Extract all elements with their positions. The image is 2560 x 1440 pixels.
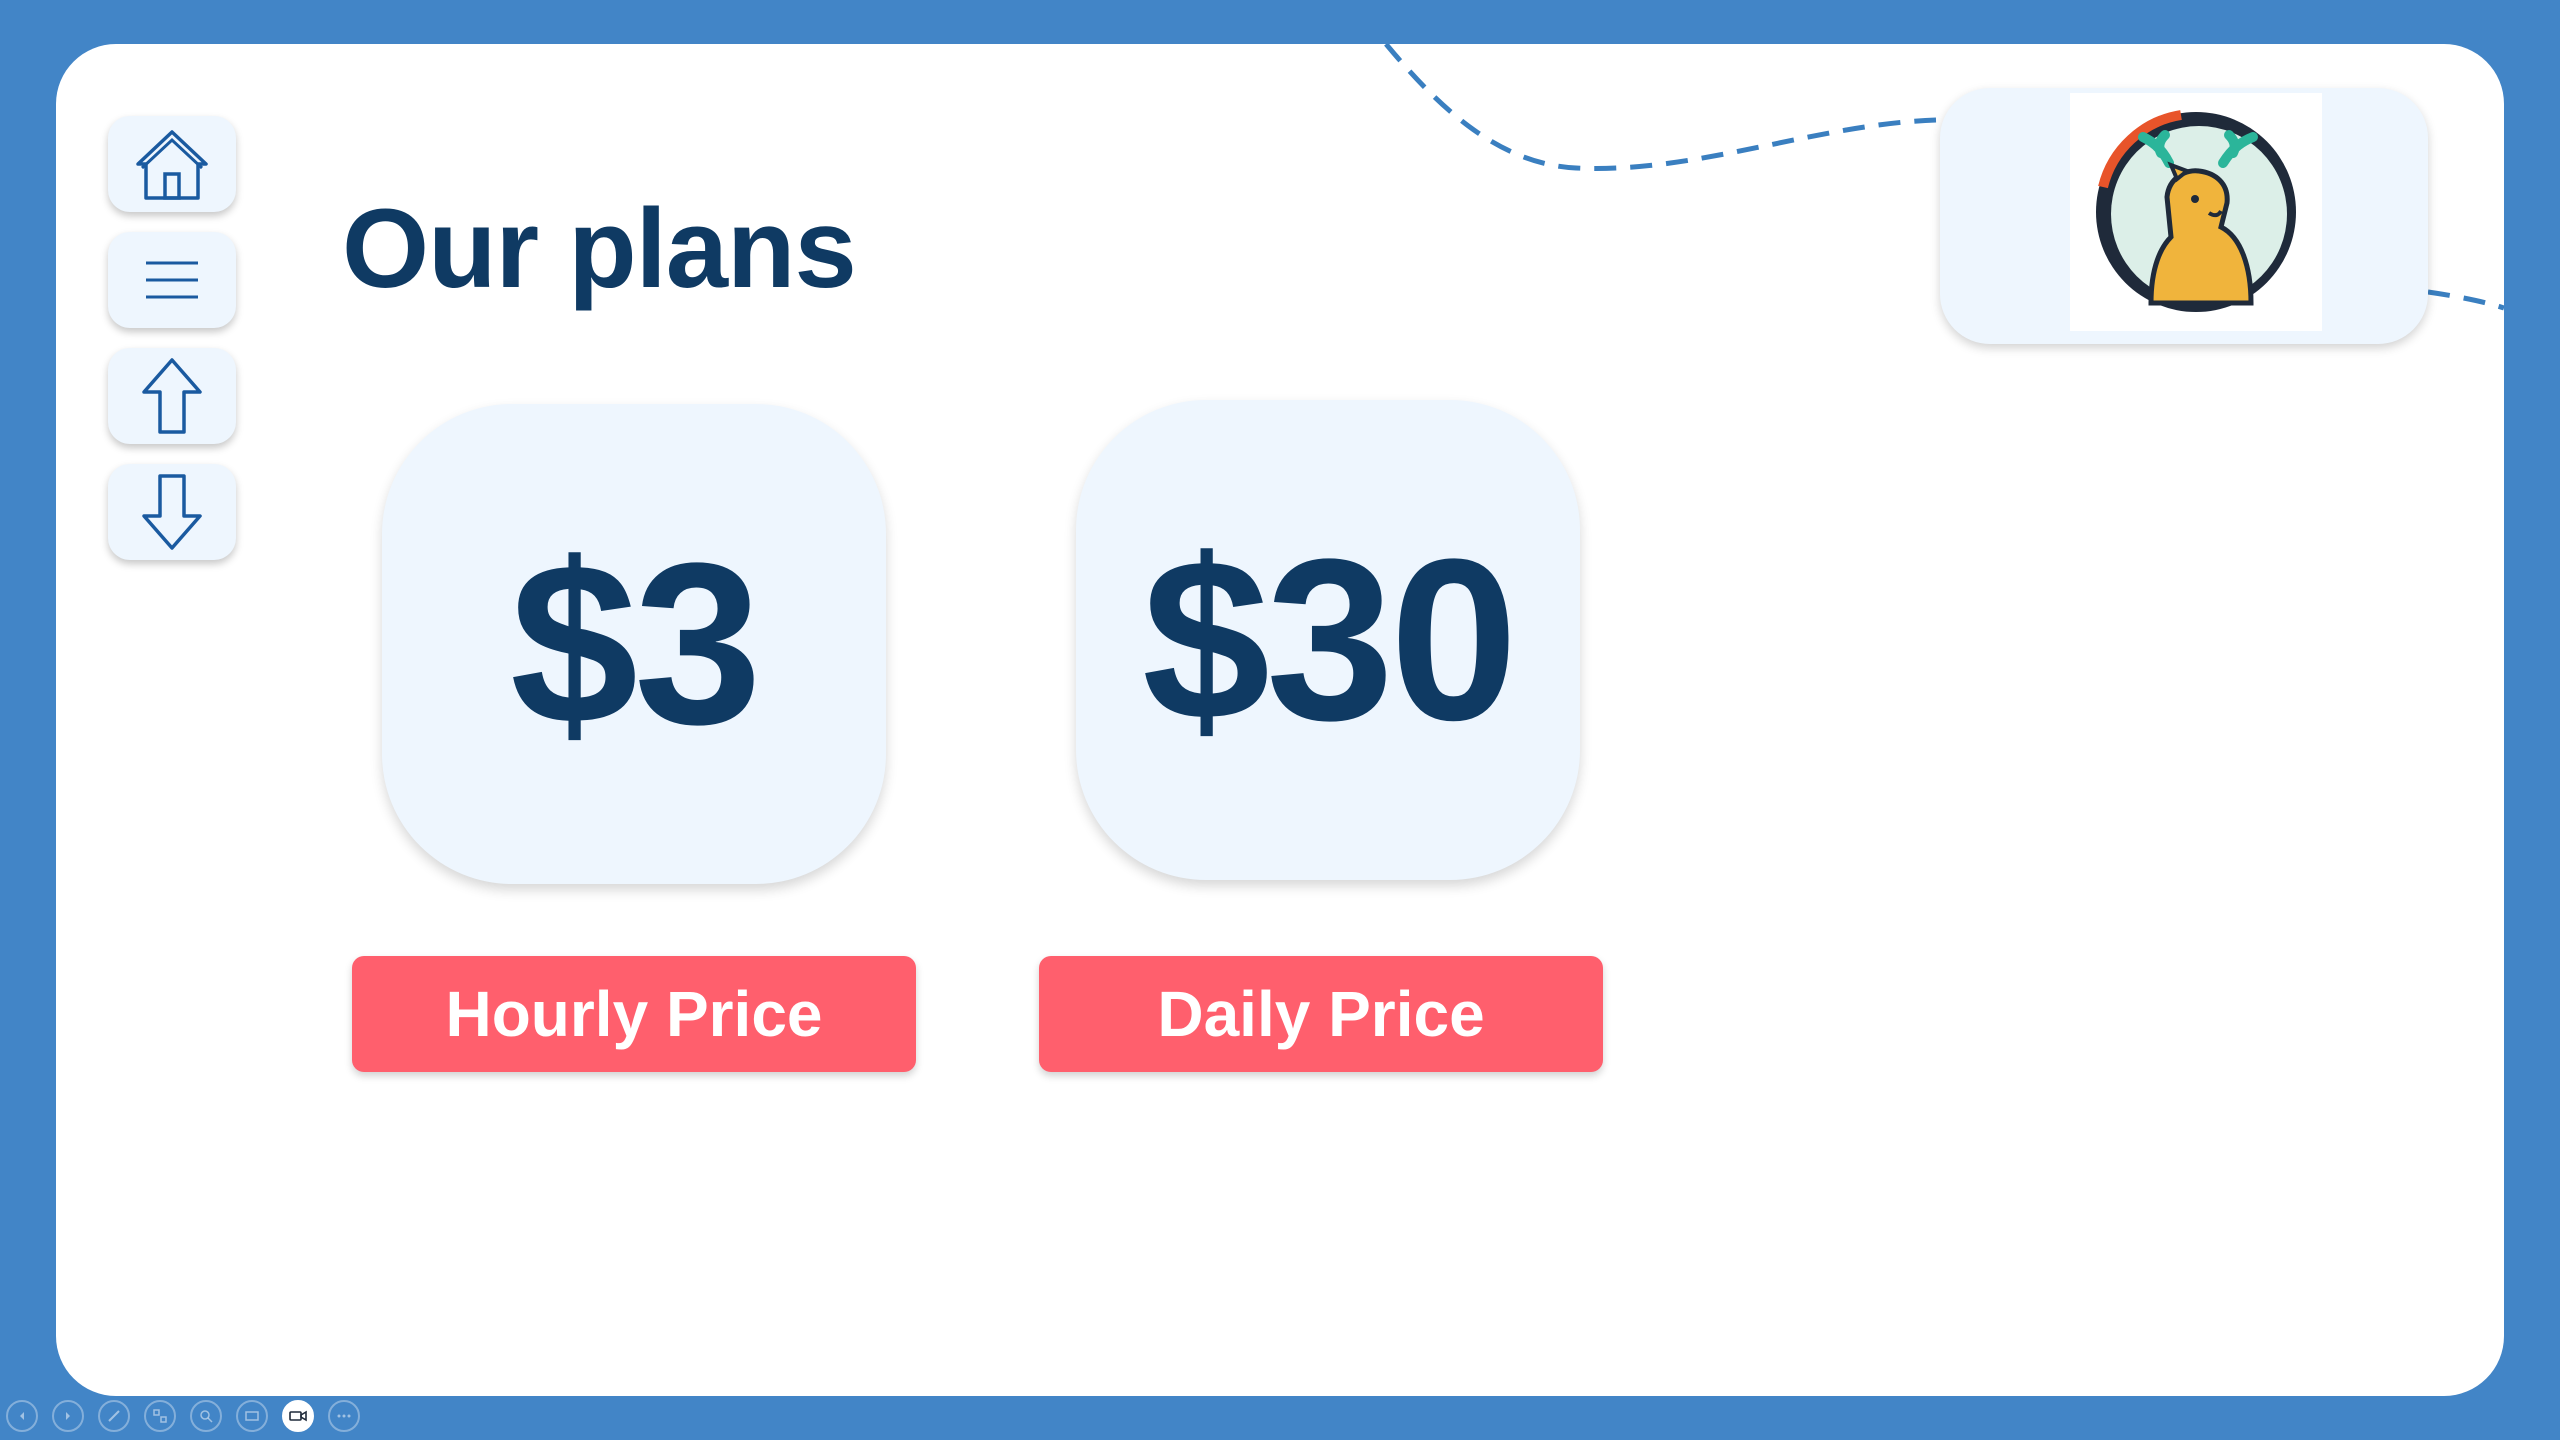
previous-slide-button[interactable] xyxy=(108,348,236,444)
zoom-icon xyxy=(200,1410,213,1423)
hourly-price-value: $3 xyxy=(510,515,762,772)
arrow-up-icon xyxy=(142,358,202,434)
pen-icon xyxy=(108,1410,120,1422)
presenter-toolbar xyxy=(6,1400,360,1432)
daily-price-value: $30 xyxy=(1142,511,1518,768)
page-title: Our plans xyxy=(342,186,857,311)
arrow-down-icon xyxy=(142,474,202,550)
slides-button[interactable] xyxy=(144,1400,176,1432)
previous-icon xyxy=(20,1412,24,1420)
camera-button[interactable] xyxy=(282,1400,314,1432)
next-button[interactable] xyxy=(52,1400,84,1432)
daily-price-card: $30 xyxy=(1076,400,1580,880)
home-button[interactable] xyxy=(108,116,236,212)
deer-logo-icon xyxy=(2096,110,2296,312)
slide: Our plans $3 $30 Hourly Price Daily Pric… xyxy=(56,44,2504,1396)
menu-icon xyxy=(146,261,198,299)
menu-button[interactable] xyxy=(108,232,236,328)
presentation-stage: Our plans $3 $30 Hourly Price Daily Pric… xyxy=(0,0,2560,1440)
next-slide-button[interactable] xyxy=(108,464,236,560)
daily-price-button[interactable]: Daily Price xyxy=(1039,956,1603,1072)
subtitles-button[interactable] xyxy=(236,1400,268,1432)
zoom-button[interactable] xyxy=(190,1400,222,1432)
previous-button[interactable] xyxy=(6,1400,38,1432)
hourly-price-button[interactable]: Hourly Price xyxy=(352,956,916,1072)
logo-card xyxy=(1940,88,2428,344)
slides-icon xyxy=(153,1409,167,1423)
next-icon xyxy=(66,1412,70,1420)
camera-icon xyxy=(289,1410,307,1422)
pen-button[interactable] xyxy=(98,1400,130,1432)
logo-image xyxy=(2070,93,2322,331)
more-button[interactable] xyxy=(328,1400,360,1432)
more-icon xyxy=(337,1414,351,1418)
home-icon xyxy=(136,130,208,200)
side-navigation xyxy=(108,116,236,580)
hourly-price-card: $3 xyxy=(382,404,886,884)
subtitles-icon xyxy=(245,1411,259,1421)
